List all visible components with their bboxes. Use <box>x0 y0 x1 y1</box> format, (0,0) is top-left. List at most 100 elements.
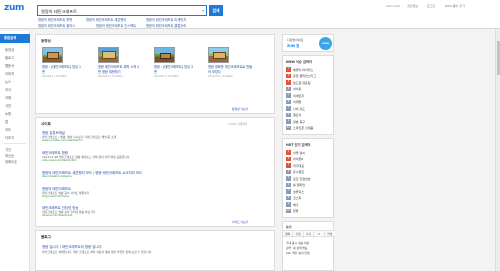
suggestion-link[interactable]: 명량의 태민크래프트 활활 <box>38 17 72 22</box>
rank-keyword[interactable]: 일본 축구 <box>293 120 305 124</box>
rank-keyword[interactable]: 배구 <box>293 203 299 207</box>
rank-badge: 3 <box>286 163 291 168</box>
video-title[interactable]: 명량 태민크래프트 제작 시작 2편 명량 재현하기 <box>98 65 142 74</box>
tab-entertainment[interactable]: 연예 <box>325 231 335 238</box>
rank-keyword[interactable]: 결혼식 <box>293 113 301 117</box>
rank-keyword[interactable]: 아이유 <box>293 87 301 91</box>
suggestion-link[interactable]: 명량의 태민크래프트 클럽홀릭 <box>146 23 186 28</box>
hot-keywords: HOT 인기 검색어 1 서울 날씨 2 아이폰6 3 국가대표 4 유니클로 … <box>282 138 334 218</box>
tab-politics[interactable]: 정치 <box>283 231 294 238</box>
sidebar-item-map[interactable]: 지도 <box>5 127 11 132</box>
video-meta: 2014.8.5 | YouTube <box>208 75 233 78</box>
rank-keyword[interactable]: 미세먼지 <box>293 94 304 98</box>
sidebar-item-knowledge[interactable]: 지식 <box>5 87 11 92</box>
tab-economy[interactable]: 경제 <box>293 231 304 238</box>
rank-keyword[interactable]: 이재명 <box>293 100 301 104</box>
rank-keyword[interactable]: 월드컵 대표팀 <box>293 81 311 85</box>
rank-keyword[interactable]: 에볼라 바이러스 <box>293 68 313 72</box>
header: zum 명량의 태민크래프트 ▾ 검색 명량의 태민크래프트 활활 명량의 태민… <box>0 0 500 29</box>
result-count: 1/100 검색결과 <box>228 122 248 126</box>
rank-badge: 1 <box>286 67 291 72</box>
rank-keyword[interactable]: 코스피 <box>293 196 301 200</box>
util-link-login[interactable]: 로그인 <box>427 4 435 8</box>
result-url[interactable]: afreeca.com/taeminbot <box>42 214 72 217</box>
rank-keyword[interactable]: 환율 <box>293 209 299 213</box>
search-button[interactable]: 검색 <box>209 5 223 16</box>
filter-accuracy[interactable]: 정확도순 <box>5 159 17 164</box>
rank-badge: 8 <box>286 112 291 117</box>
dropdown-arrow-icon[interactable]: ▾ <box>202 9 204 13</box>
sidebar-item-cafe[interactable]: 카페 <box>5 95 11 100</box>
sidebar-item-web[interactable]: 웹문서 <box>5 63 14 68</box>
video-meta: 2014.8.2 | YouTube <box>98 75 123 78</box>
sidebar-item-video[interactable]: 동영상 <box>5 47 14 52</box>
rank-keyword[interactable]: 로또 당첨번호 <box>293 177 311 181</box>
result-url[interactable]: blog.naver.com/hoon <box>42 195 69 198</box>
suggestion-link[interactable]: 명량의 태민크래프트 세븐펜리 <box>86 17 126 22</box>
sidebar-item-more[interactable]: 더보기 <box>5 135 14 140</box>
video-title[interactable]: 명량 : [태민크래프트] 영상 1편 <box>42 65 82 74</box>
sidebar-item-blog[interactable]: 블로그 <box>5 55 14 60</box>
site-section: 사이트 1/100 검색결과 명량 유튜브채널 마인크래프트 / 명량, 영상 … <box>35 117 275 227</box>
news-headline[interactable]: 국내 증시 상승 마감 <box>286 241 309 245</box>
suggestion-link[interactable]: 명량의 태민크래프트 인스펙트 <box>96 23 136 28</box>
rank-keyword[interactable]: 국가대표 <box>293 164 304 168</box>
tab-society[interactable]: 사회 <box>304 231 315 238</box>
rank-keyword[interactable]: 나비 귀도 <box>293 107 305 111</box>
rank-badge: 7 <box>286 189 291 194</box>
sidebar-item-shopping[interactable]: 쇼핑 <box>5 111 11 116</box>
rank-keyword[interactable]: 서울 날씨 <box>293 151 305 155</box>
site-more-link[interactable]: 사이트 더보기 <box>232 220 248 224</box>
rank-badge: 10 <box>286 125 291 130</box>
util-link-toolbar[interactable]: ZUM 툴바 추가 <box>445 4 465 8</box>
video-thumbnail[interactable] <box>154 47 175 63</box>
sidebar-item-app[interactable]: 앱 <box>5 119 8 124</box>
zum-logo[interactable]: zum <box>4 3 24 13</box>
suggestion-link[interactable]: 명량의 태민크래프트 미세먼지 <box>146 17 186 22</box>
vertical-scrollbar[interactable] <box>495 29 500 271</box>
filter-period[interactable]: 기간 <box>5 147 11 152</box>
video-thumbnail[interactable] <box>98 47 119 63</box>
rank-badge: 6 <box>286 182 291 187</box>
video-title[interactable]: 명량 : [태민크래프트] 영상 3편 <box>154 65 194 74</box>
tab-it[interactable]: IT <box>314 231 325 238</box>
realtime-keywords: NOW 이슈 검색어 1 에볼라 바이러스 2 유럽 챔피언스리그 3 월드컵 … <box>282 55 334 135</box>
news-headline[interactable]: KIA, 역전 승리 달성 <box>286 251 310 255</box>
video-thumbnail[interactable] <box>208 47 229 63</box>
rank-badge: 10 <box>286 208 291 213</box>
blog-result-title[interactable]: 명량 입니다 / 태민크래프트의 명량 입니다 <box>42 244 102 249</box>
news-headline[interactable]: 정부, 새 정책 발표 <box>286 246 308 250</box>
rank-keyword[interactable]: 유니클로 <box>293 170 304 174</box>
app-promo[interactable]: 다운받아봐요 ZUM 앱 zum <box>282 34 334 52</box>
rank-badge: 6 <box>286 99 291 104</box>
video-title[interactable]: 명량 영화를 마인크래프트로 만들어 보았다 <box>208 65 254 74</box>
sidebar-item-dictionary[interactable]: 사전 <box>5 103 11 108</box>
news-tabs: 정치 경제 사회 IT 연예 <box>283 230 335 238</box>
suggestion-link[interactable]: 명량의 태민크래프트 플러스 <box>38 23 75 28</box>
result-url[interactable]: cafe.naver.com/taeminbot <box>42 159 76 162</box>
util-link-privacy[interactable]: 개인정보 <box>407 4 418 8</box>
news-widget: 뉴스 정치 경제 사회 IT 연예 국내 증시 상승 마감 정부, 새 정책 발… <box>282 221 335 271</box>
sidebar-item-all[interactable]: 통합검색 <box>0 34 30 43</box>
rank-badge: 1 <box>286 150 291 155</box>
result-url[interactable]: www.youtube.com/user/taemin <box>42 139 82 142</box>
divider <box>4 143 26 144</box>
sidebar-item-news[interactable]: 뉴스 <box>5 79 11 84</box>
result-url[interactable]: bbs.ruliweb.com/game <box>42 175 72 178</box>
rank-keyword[interactable]: 넷플릭스 <box>293 190 304 194</box>
rank-badge: 3 <box>286 80 291 85</box>
video-thumbnail[interactable] <box>42 47 63 63</box>
rank-badge: 5 <box>286 93 291 98</box>
rank-badge: 4 <box>286 86 291 91</box>
filter-latest[interactable]: 최신순 <box>5 153 14 158</box>
search-input[interactable]: 명량의 태민크래프트 ▾ <box>37 5 207 16</box>
zum-app-icon: zum <box>319 37 332 50</box>
rank-keyword[interactable]: 유럽 챔피언스리그 <box>293 74 316 78</box>
rank-badge: 4 <box>286 169 291 174</box>
rank-keyword[interactable]: 아이폰6 <box>293 157 303 161</box>
video-more-link[interactable]: 동영상 더보기 <box>232 107 248 111</box>
sidebar-item-image[interactable]: 이미지 <box>5 71 14 76</box>
rank-keyword[interactable]: 스마트폰 신제품 <box>293 126 313 130</box>
rank-keyword[interactable]: 롤 챔피언 <box>293 183 305 187</box>
util-link-zum[interactable]: zum.com <box>386 4 400 8</box>
